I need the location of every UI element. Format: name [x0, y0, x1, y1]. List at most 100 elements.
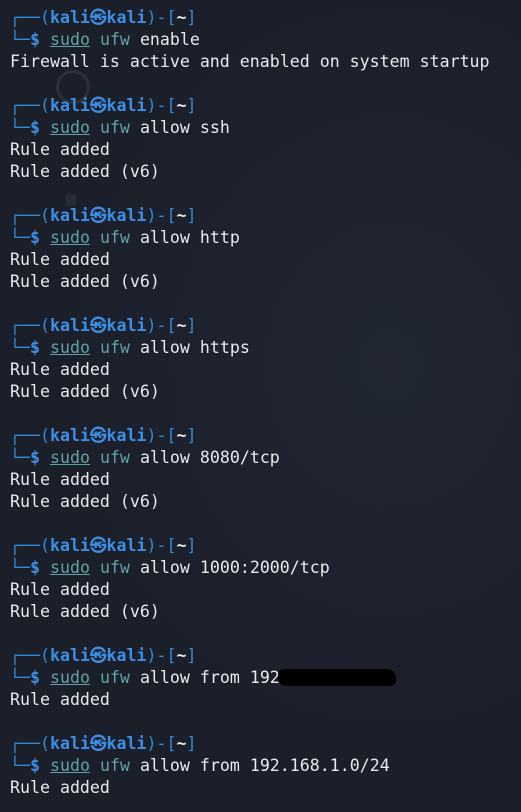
prompt-symbol: $	[29, 448, 40, 467]
command-block: ┌──(kali㉿kali)-[~] └─$ sudo ufw allow htt…	[10, 205, 515, 293]
prompt-header: ┌──(kali㉿kali)-[~]	[10, 733, 515, 755]
output-line: Rule added (v6)	[10, 162, 160, 181]
command-tool: ufw	[99, 668, 130, 687]
prompt-frame-mid: )-[	[146, 734, 177, 753]
prompt-frame-bottom: └─	[10, 756, 30, 775]
output-line: Rule added (v6)	[10, 602, 160, 621]
prompt-header: ┌──(kali㉿kali)-[~]	[10, 645, 515, 667]
prompt-host: kali	[106, 8, 147, 27]
prompt-frame-close: ]	[186, 426, 197, 445]
output-line: Rule added	[10, 360, 110, 379]
terminal-output[interactable]: ┌──(kali㉿kali)-[~] └─$ sudo ufw enable Fir…	[10, 7, 515, 799]
command-line: └─$ sudo ufw enable	[10, 29, 515, 51]
command-tool: ufw	[99, 448, 130, 467]
prompt-cwd: ~	[176, 646, 187, 665]
prompt-at-icon: ㉿	[89, 316, 107, 335]
prompt-host: kali	[106, 316, 147, 335]
command-block: ┌──(kali㉿kali)-[~] └─$ sudo ufw allow ssh…	[10, 95, 515, 183]
command-block: ┌──(kali㉿kali)-[~] └─$ sudo ufw allow 100…	[10, 535, 515, 623]
prompt-host: kali	[106, 426, 147, 445]
command-block: ┌──(kali㉿kali)-[~] └─$ sudo ufw allow 808…	[10, 425, 515, 513]
command-args: allow from 192	[139, 668, 280, 687]
command-line: └─$ sudo ufw allow 1000:2000/tcp	[10, 557, 515, 579]
command-args: allow from 192.168.1.0/24	[139, 756, 390, 775]
prompt-frame-mid: )-[	[146, 646, 177, 665]
prompt-frame-mid: )-[	[146, 426, 177, 445]
output-line: Firewall is active and enabled on system…	[10, 52, 490, 71]
prompt-host: kali	[106, 734, 147, 753]
prompt-cwd: ~	[176, 536, 187, 555]
prompt-frame-bottom: └─	[10, 228, 30, 247]
command-args: allow ssh	[139, 118, 230, 137]
prompt-frame-open: ┌──(	[10, 646, 50, 665]
prompt-frame-bottom: └─	[10, 448, 30, 467]
prompt-frame-open: ┌──(	[10, 8, 50, 27]
prompt-user: kali	[49, 96, 90, 115]
command-block: ┌──(kali㉿kali)-[~] └─$ sudo ufw allow fro…	[10, 645, 515, 711]
prompt-at-icon: ㉿	[89, 536, 107, 555]
command-tool: ufw	[99, 228, 130, 247]
prompt-cwd: ~	[176, 734, 187, 753]
prompt-host: kali	[106, 206, 147, 225]
command-args: allow 1000:2000/tcp	[139, 558, 330, 577]
command-line: └─$ sudo ufw allow from 192	[10, 667, 515, 689]
output-line: Rule added	[10, 250, 110, 269]
prompt-at-icon: ㉿	[89, 734, 107, 753]
prompt-symbol: $	[29, 30, 40, 49]
command-sudo: sudo	[49, 118, 90, 137]
command-tool: ufw	[99, 338, 130, 357]
prompt-frame-bottom: └─	[10, 30, 30, 49]
prompt-frame-close: ]	[186, 646, 197, 665]
prompt-at-icon: ㉿	[89, 8, 107, 27]
prompt-frame-close: ]	[186, 536, 197, 555]
prompt-frame-bottom: └─	[10, 118, 30, 137]
command-block: ┌──(kali㉿kali)-[~] └─$ sudo ufw enable Fir…	[10, 7, 515, 73]
command-block: ┌──(kali㉿kali)-[~] └─$ sudo ufw allow fro…	[10, 733, 515, 799]
prompt-header: ┌──(kali㉿kali)-[~]	[10, 7, 515, 29]
prompt-frame-open: ┌──(	[10, 734, 50, 753]
command-sudo: sudo	[49, 668, 90, 687]
prompt-frame-close: ]	[186, 316, 197, 335]
output-line: Rule added	[10, 778, 110, 797]
prompt-header: ┌──(kali㉿kali)-[~]	[10, 315, 515, 337]
prompt-host: kali	[106, 646, 147, 665]
prompt-frame-open: ┌──(	[10, 316, 50, 335]
command-line: └─$ sudo ufw allow http	[10, 227, 515, 249]
prompt-frame-mid: )-[	[146, 8, 177, 27]
prompt-frame-open: ┌──(	[10, 536, 50, 555]
prompt-at-icon: ㉿	[89, 646, 107, 665]
prompt-header: ┌──(kali㉿kali)-[~]	[10, 535, 515, 557]
command-args: allow http	[139, 228, 240, 247]
prompt-frame-close: ]	[186, 206, 197, 225]
prompt-cwd: ~	[176, 206, 187, 225]
prompt-header: ┌──(kali㉿kali)-[~]	[10, 95, 515, 117]
prompt-symbol: $	[29, 338, 40, 357]
prompt-frame-mid: )-[	[146, 206, 177, 225]
prompt-user: kali	[49, 646, 90, 665]
prompt-at-icon: ㉿	[89, 426, 107, 445]
prompt-cwd: ~	[176, 316, 187, 335]
output-line: Rule added (v6)	[10, 382, 160, 401]
redaction-mark	[277, 669, 396, 686]
output-line: Rule added	[10, 140, 110, 159]
command-line: └─$ sudo ufw allow from 192.168.1.0/24	[10, 755, 515, 777]
prompt-at-icon: ㉿	[89, 206, 107, 225]
prompt-frame-bottom: └─	[10, 558, 30, 577]
output-line: Rule added	[10, 580, 110, 599]
prompt-symbol: $	[29, 118, 40, 137]
command-tool: ufw	[99, 30, 130, 49]
prompt-host: kali	[106, 96, 147, 115]
prompt-cwd: ~	[176, 96, 187, 115]
command-tool: ufw	[99, 558, 130, 577]
output-line: Rule added	[10, 470, 110, 489]
command-tool: ufw	[99, 756, 130, 775]
prompt-symbol: $	[29, 668, 40, 687]
prompt-user: kali	[49, 734, 90, 753]
command-sudo: sudo	[49, 448, 90, 467]
prompt-user: kali	[49, 536, 90, 555]
